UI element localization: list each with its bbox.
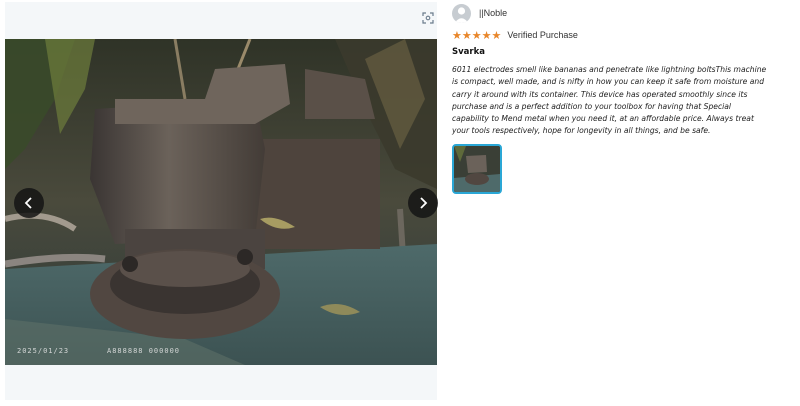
user-avatar-icon (452, 3, 471, 23)
star-rating: ★ ★ ★ ★ ★ (452, 30, 501, 41)
star-icon: ★ (471, 28, 482, 42)
star-icon: ★ (481, 28, 492, 42)
reviewer-name: ||Noble (479, 8, 508, 18)
star-icon: ★ (491, 28, 502, 42)
next-photo-button[interactable] (408, 188, 438, 218)
bench-vise-thumbnail-image (454, 145, 500, 192)
review-title: Svarka (452, 47, 485, 57)
chevron-right-icon (420, 197, 428, 209)
photo-date-stamp: 2025/01/23 (17, 347, 70, 355)
review-panel: ||Noble ★ ★ ★ ★ ★ Verified Purchase Svar… (452, 3, 772, 194)
photo-thumbnail[interactable] (452, 143, 502, 194)
star-icon: ★ (461, 28, 472, 42)
photo-gallery: 2025/01/23 A888888 000000 (5, 2, 439, 400)
bench-vise-photo (5, 39, 437, 365)
review-body: 6011 electrodes smell like bananas and p… (452, 65, 767, 136)
rating-row: ★ ★ ★ ★ ★ Verified Purchase (452, 28, 772, 42)
star-icon: ★ (452, 28, 462, 42)
previous-photo-button[interactable] (14, 188, 44, 218)
review-photo: 2025/01/23 A888888 000000 (5, 39, 437, 365)
reviewer-row: ||Noble (452, 3, 772, 23)
photo-code-stamp: A888888 000000 (107, 347, 181, 355)
verified-purchase-label: Verified Purchase (507, 30, 578, 40)
chevron-left-icon (24, 197, 32, 209)
expand-scan-icon[interactable] (417, 8, 439, 28)
